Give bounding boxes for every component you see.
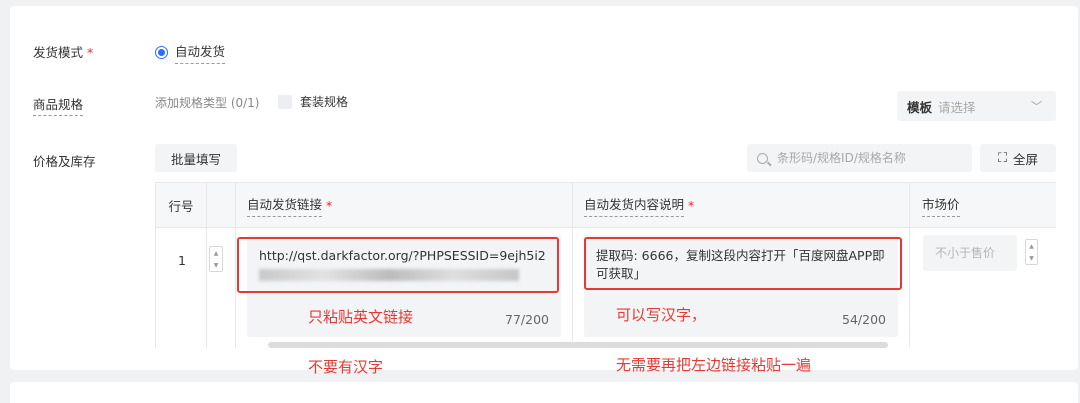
chevron-down-icon: ﹀ — [1031, 100, 1042, 113]
link-annotation-2: 不要有汉字 — [308, 358, 384, 376]
next-section-card — [10, 382, 1078, 403]
delivery-mode-label-text: 发货模式 — [33, 45, 84, 60]
radio-checked-icon — [155, 46, 168, 59]
header-market-price-text: 市场价 — [922, 194, 960, 217]
link-highlight-box — [237, 237, 559, 293]
table-horizontal-scrollbar[interactable] — [268, 342, 888, 348]
batch-fill-button[interactable]: 批量填写 — [155, 144, 237, 172]
spec-label-text: 商品规格 — [33, 97, 84, 116]
spec-label: 商品规格 — [33, 94, 84, 116]
header-desc: 自动发货内容说明 * — [573, 183, 910, 228]
header-row-no-text: 行号 — [168, 199, 194, 214]
required-star: * — [326, 198, 333, 213]
row-number: 1 — [178, 253, 186, 268]
required-star: * — [688, 198, 695, 213]
header-desc-text: 自动发货内容说明 — [584, 194, 685, 217]
link-char-counter: 77/200 — [505, 312, 549, 327]
row-sort-stepper[interactable]: ▲ ▼ — [209, 246, 223, 272]
checkbox-icon — [278, 94, 292, 109]
table-header: 行号 自动发货链接 * 自动发货内容说明 * 市场价 — [156, 183, 1056, 228]
product-form-card: 发货模式 * 自动发货 商品规格 添加规格类型 (0/1) 套装规格 模板 请选择… — [10, 6, 1078, 376]
template-label: 模板 — [907, 99, 933, 115]
header-market-price: 市场价 — [910, 183, 1056, 228]
combo-spec-label: 套装规格 — [300, 95, 349, 109]
auto-delivery-radio[interactable]: 自动发货 — [155, 41, 226, 64]
header-row-no: 行号 — [156, 183, 207, 228]
cell-row-no — [156, 228, 207, 348]
search-icon — [757, 152, 768, 164]
header-link-text: 自动发货链接 — [247, 194, 323, 217]
combo-spec-checkbox[interactable]: 套装规格 — [278, 93, 348, 110]
link-annotation: 只粘贴英文链接 — [308, 308, 414, 326]
market-price-field[interactable] — [923, 235, 1017, 271]
delivery-mode-label: 发货模式 * — [33, 42, 93, 61]
desc-highlight-box — [584, 237, 902, 290]
fullscreen-button[interactable]: ⛶ 全屏 — [980, 144, 1056, 172]
header-spacer — [207, 183, 236, 228]
desc-annotation: 可以写汉字， — [616, 306, 707, 324]
price-stock-label: 价格及库存 — [33, 154, 96, 169]
header-link: 自动发货链接 * — [236, 183, 573, 228]
spec-search-input[interactable] — [777, 151, 967, 165]
fullscreen-icon: ⛶ — [997, 150, 1008, 166]
desc-char-counter: 54/200 — [842, 312, 886, 327]
add-spec-type-link[interactable]: 添加规格类型 (0/1) — [155, 94, 260, 111]
auto-delivery-label: 自动发货 — [175, 41, 226, 64]
template-select[interactable]: 模板 请选择 ﹀ — [897, 91, 1056, 121]
market-price-input[interactable] — [935, 246, 999, 260]
market-price-stepper[interactable]: ▲ ▼ — [1025, 239, 1038, 265]
desc-annotation-2: 无需要再把左边链接粘贴一遍 — [616, 356, 812, 374]
required-star: * — [87, 45, 94, 60]
template-placeholder: 请选择 — [938, 99, 976, 115]
fullscreen-label: 全屏 — [1013, 151, 1039, 167]
spec-search[interactable] — [747, 144, 972, 172]
